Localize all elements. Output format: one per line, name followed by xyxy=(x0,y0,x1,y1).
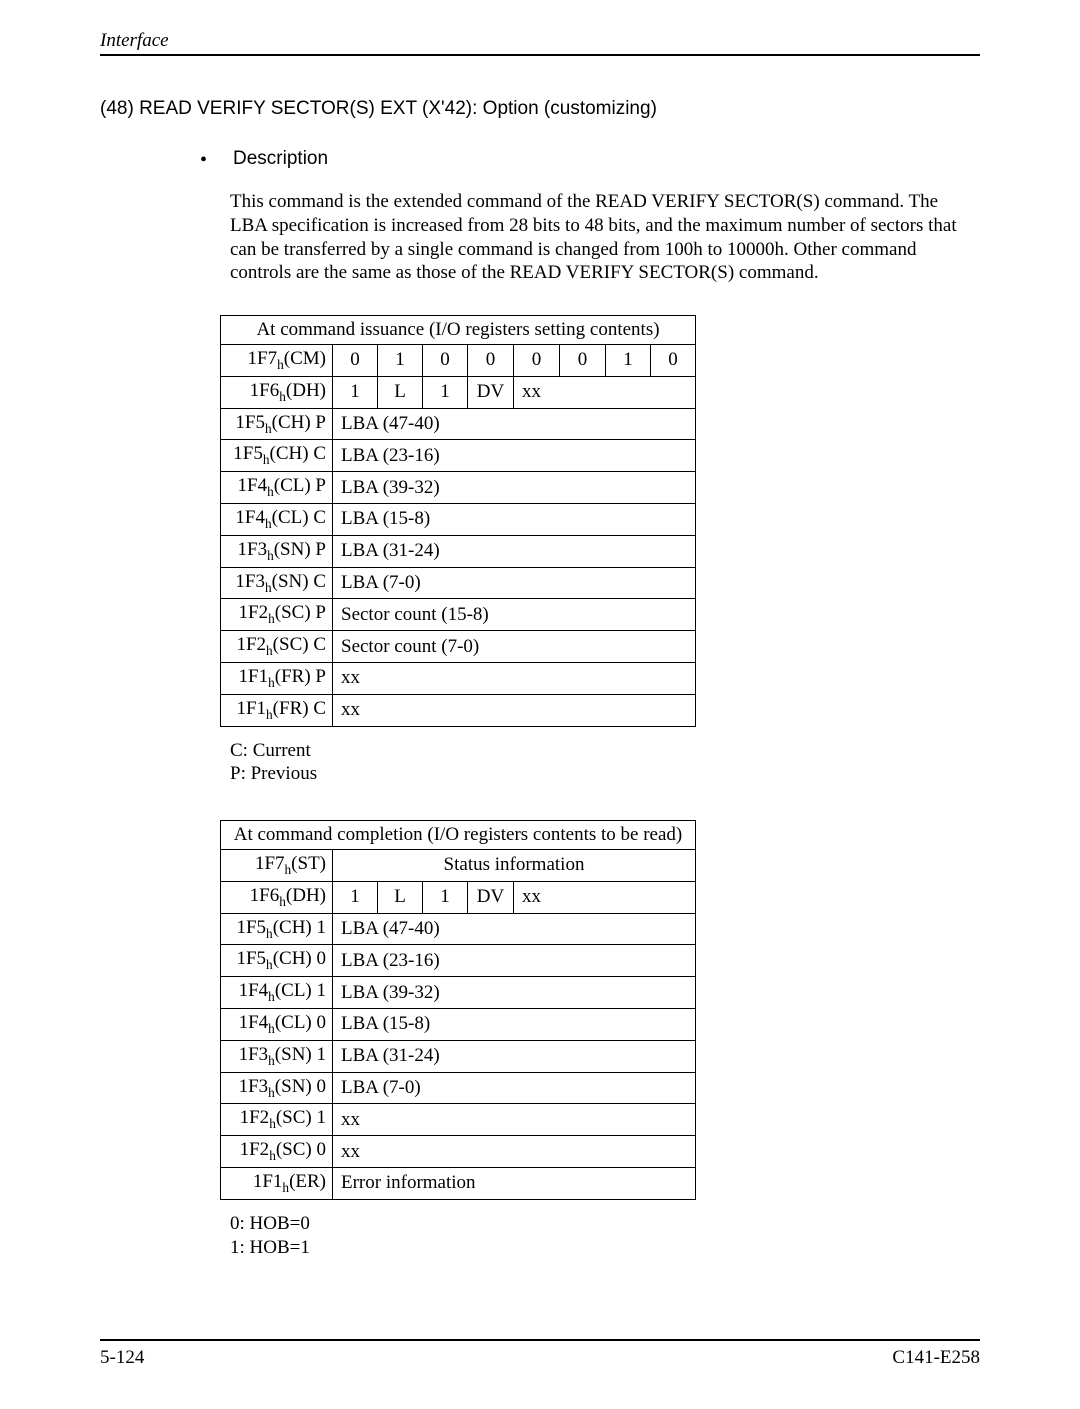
table1-title: At command issuance (I/O registers setti… xyxy=(221,316,696,345)
description-paragraph: This command is the extended command of … xyxy=(230,190,960,285)
completion-table: At command completion (I/O registers con… xyxy=(220,820,696,1200)
table-row: 1F5h(CH) P xyxy=(221,408,333,440)
table-row: 1F6h(DH) xyxy=(221,376,333,408)
page-footer: 5-124 C141-E258 xyxy=(100,1339,980,1369)
table-row: 1F6h(DH) xyxy=(221,881,333,913)
table-row: 1F4h(CL) P xyxy=(221,472,333,504)
table-row: 1F3h(SN) 0 xyxy=(221,1072,333,1104)
table-row: 1F2h(SC) C xyxy=(221,631,333,663)
issuance-table: At command issuance (I/O registers setti… xyxy=(220,315,696,727)
table-row: 1F3h(SN) C xyxy=(221,567,333,599)
page-number: 5-124 xyxy=(100,1347,144,1369)
table-row: 1F5h(CH) C xyxy=(221,440,333,472)
table-row: 1F4h(CL) 1 xyxy=(221,977,333,1009)
bullet-label: Description xyxy=(233,148,328,170)
page-header: Interface xyxy=(100,30,980,56)
legend-2: 0: HOB=0 1: HOB=1 xyxy=(230,1212,980,1260)
table2-title: At command completion (I/O registers con… xyxy=(221,821,696,850)
table-row: 1F2h(SC) 1 xyxy=(221,1104,333,1136)
table-row: 1F7h(CM) xyxy=(221,345,333,377)
table-row: 1F1h(FR) P xyxy=(221,662,333,694)
table-row: 1F1h(ER) xyxy=(221,1168,333,1200)
table-row: 1F5h(CH) 1 xyxy=(221,913,333,945)
table-row: 1F1h(FR) C xyxy=(221,694,333,726)
section-title: (48) READ VERIFY SECTOR(S) EXT (X'42): O… xyxy=(100,98,980,120)
table-row: 1F3h(SN) P xyxy=(221,535,333,567)
bullet-icon: • xyxy=(200,150,207,170)
table-row: 1F2h(SC) 0 xyxy=(221,1136,333,1168)
doc-number: C141-E258 xyxy=(892,1347,980,1369)
table-row: 1F2h(SC) P xyxy=(221,599,333,631)
table-row: 1F3h(SN) 1 xyxy=(221,1040,333,1072)
table-row: 1F4h(CL) 0 xyxy=(221,1009,333,1041)
legend-1: C: Current P: Previous xyxy=(230,739,980,787)
table-row: 1F5h(CH) 0 xyxy=(221,945,333,977)
table-row: 1F7h(ST) xyxy=(221,850,333,882)
table-row: 1F4h(CL) C xyxy=(221,503,333,535)
